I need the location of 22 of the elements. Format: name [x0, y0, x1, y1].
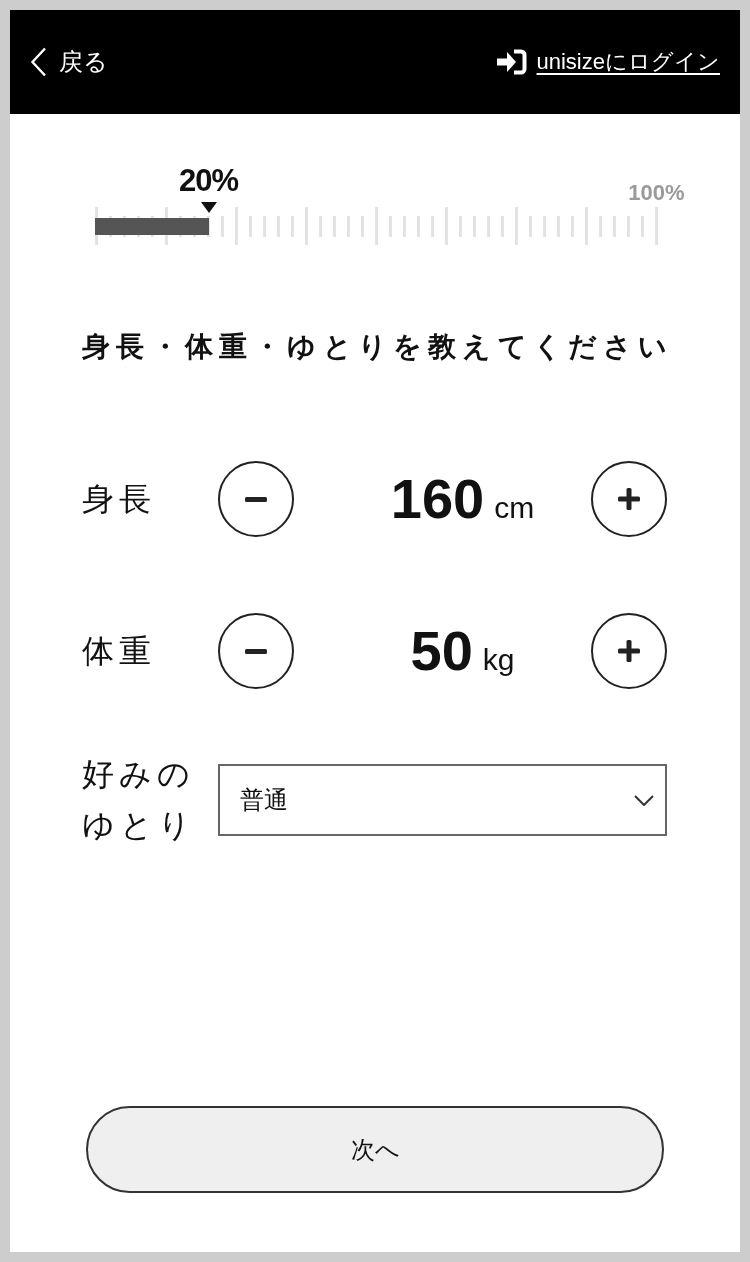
field-label: 好みのゆとり	[82, 755, 197, 845]
minus-icon	[245, 496, 267, 502]
field-label: 身長	[82, 480, 157, 519]
back-link[interactable]: 戻る	[30, 46, 108, 78]
page-title: 身長・体重・ゆとりを教えてください	[81, 330, 675, 364]
unit-label: kg	[482, 642, 515, 678]
progress-max-label: 100%	[628, 181, 685, 205]
measurement-value: 50	[410, 619, 473, 683]
plus-icon	[618, 640, 640, 662]
login-link[interactable]: unisizeにログイン	[496, 47, 720, 77]
minus-icon	[245, 648, 267, 654]
measurement-value: 160	[390, 467, 485, 531]
chevron-down-icon	[634, 794, 654, 806]
next-button[interactable]: 次へ	[86, 1106, 664, 1193]
plus-icon	[618, 488, 640, 510]
chevron-left-icon	[30, 47, 47, 77]
progress-reading: 20%	[179, 165, 238, 197]
triangle-marker-icon	[200, 202, 217, 213]
field-label: 体重	[82, 632, 157, 671]
unit-label: cm	[494, 490, 535, 526]
login-icon	[496, 49, 527, 75]
dropdown-select[interactable]: 普通	[218, 764, 667, 836]
